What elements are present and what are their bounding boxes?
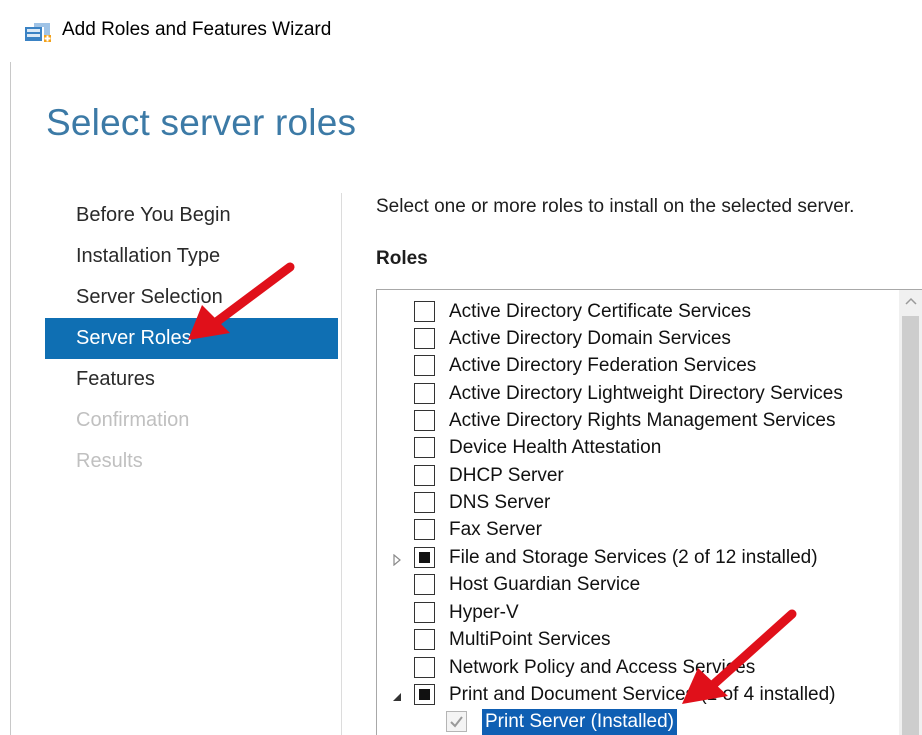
role-checkbox[interactable] — [414, 301, 435, 322]
role-label: Active Directory Federation Services — [449, 355, 757, 376]
role-checkbox[interactable] — [414, 437, 435, 458]
role-label: Network Policy and Access Services — [449, 657, 756, 678]
role-checkbox[interactable] — [414, 410, 435, 431]
role-checkbox[interactable] — [414, 684, 435, 705]
role-label: Active Directory Certificate Services — [449, 301, 751, 322]
nav-item-installation-type[interactable]: Installation Type — [45, 236, 338, 277]
role-item[interactable]: Active Directory Rights Management Servi… — [386, 408, 896, 435]
scroll-thumb[interactable] — [902, 316, 919, 735]
nav-divider — [341, 193, 342, 735]
role-label: Active Directory Lightweight Directory S… — [449, 383, 843, 404]
expand-right-icon[interactable] — [391, 553, 403, 567]
roles-scrollbar[interactable] — [899, 290, 922, 735]
role-item[interactable]: DNS Server — [386, 490, 896, 517]
roles-heading: Roles — [376, 248, 428, 269]
role-label: Active Directory Domain Services — [449, 328, 731, 349]
title-bar: Add Roles and Features Wizard — [0, 0, 922, 62]
role-label: Active Directory Rights Management Servi… — [449, 410, 836, 431]
role-item[interactable]: Active Directory Domain Services — [386, 326, 896, 353]
role-checkbox[interactable] — [414, 383, 435, 404]
expand-down-icon[interactable] — [391, 690, 403, 702]
role-label-selected: Print Server (Installed) — [482, 709, 678, 735]
role-label: Hyper-V — [449, 602, 519, 623]
role-item[interactable]: MultiPoint Services — [386, 627, 896, 654]
role-label: MultiPoint Services — [449, 629, 611, 650]
role-checkbox[interactable] — [414, 492, 435, 513]
nav-item-server-selection[interactable]: Server Selection — [45, 277, 338, 318]
nav-item-features[interactable]: Features — [45, 359, 338, 400]
scroll-up-icon[interactable] — [899, 290, 922, 312]
page-title: Select server roles — [46, 102, 357, 143]
role-item[interactable]: Active Directory Lightweight Directory S… — [386, 381, 896, 408]
role-label: Host Guardian Service — [449, 574, 641, 595]
nav-item-confirmation: Confirmation — [76, 409, 190, 431]
role-label: Print and Document Services (1 of 4 inst… — [449, 684, 836, 705]
role-item[interactable]: DHCP Server — [386, 463, 896, 490]
window-title: Add Roles and Features Wizard — [62, 19, 332, 40]
role-label: Device Health Attestation — [449, 437, 662, 458]
role-item[interactable]: Network Policy and Access Services — [386, 655, 896, 682]
wizard-window: Add Roles and Features Wizard Select ser… — [0, 0, 922, 735]
instruction-text: Select one or more roles to install on t… — [376, 196, 855, 217]
role-item[interactable]: Host Guardian Service — [386, 572, 896, 599]
role-item[interactable]: File and Storage Services (2 of 12 insta… — [386, 545, 896, 572]
role-checkbox[interactable] — [414, 629, 435, 650]
role-checkbox[interactable] — [414, 328, 435, 349]
role-item[interactable]: Fax Server — [386, 517, 896, 544]
role-checkbox[interactable] — [414, 519, 435, 540]
nav-item-server-roles[interactable]: Server Roles — [45, 318, 338, 359]
nav-item-before-you-begin[interactable]: Before You Begin — [45, 195, 338, 236]
role-checkbox[interactable] — [414, 547, 435, 568]
role-item[interactable]: Hyper-V — [386, 600, 896, 627]
role-item[interactable]: Device Health Attestation — [386, 435, 896, 462]
server-manager-icon — [24, 20, 52, 44]
role-checkbox-installed — [446, 711, 467, 732]
role-checkbox[interactable] — [414, 355, 435, 376]
role-checkbox[interactable] — [414, 574, 435, 595]
role-item[interactable]: Active Directory Federation Services — [386, 353, 896, 380]
role-label: File and Storage Services (2 of 12 insta… — [449, 547, 818, 568]
nav-item-results: Results — [76, 450, 143, 472]
role-item[interactable]: Active Directory Certificate Services — [386, 299, 896, 326]
role-label: DHCP Server — [449, 465, 564, 486]
role-item[interactable]: Print and Document Services (1 of 4 inst… — [386, 682, 896, 709]
role-checkbox[interactable] — [414, 657, 435, 678]
role-label: DNS Server — [449, 492, 551, 513]
role-checkbox[interactable] — [414, 465, 435, 486]
role-checkbox[interactable] — [414, 602, 435, 623]
role-item-child[interactable]: Print Server (Installed) — [386, 709, 896, 735]
role-label: Fax Server — [449, 519, 542, 540]
